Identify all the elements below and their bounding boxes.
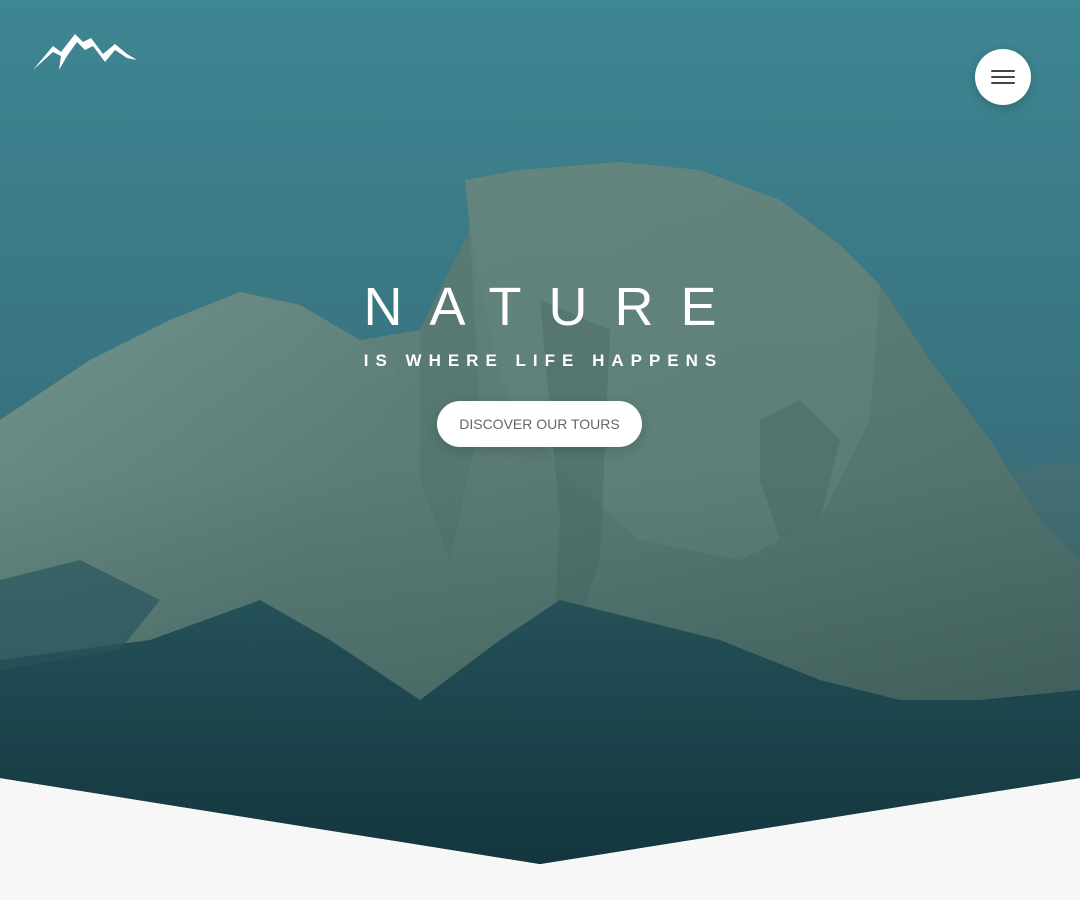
hero-subtitle: IS WHERE LIFE HAPPENS [363, 351, 724, 371]
landing-page: NATURE IS WHERE LIFE HAPPENS DISCOVER OU… [0, 0, 1080, 900]
mountain-logo-icon[interactable] [31, 32, 139, 72]
discover-tours-button[interactable]: DISCOVER OUR TOURS [437, 401, 642, 447]
hero-title: NATURE [363, 277, 744, 338]
hero-heading: NATURE IS WHERE LIFE HAPPENS [0, 277, 1080, 373]
menu-button[interactable] [975, 49, 1031, 105]
hamburger-menu-icon [991, 70, 1015, 84]
